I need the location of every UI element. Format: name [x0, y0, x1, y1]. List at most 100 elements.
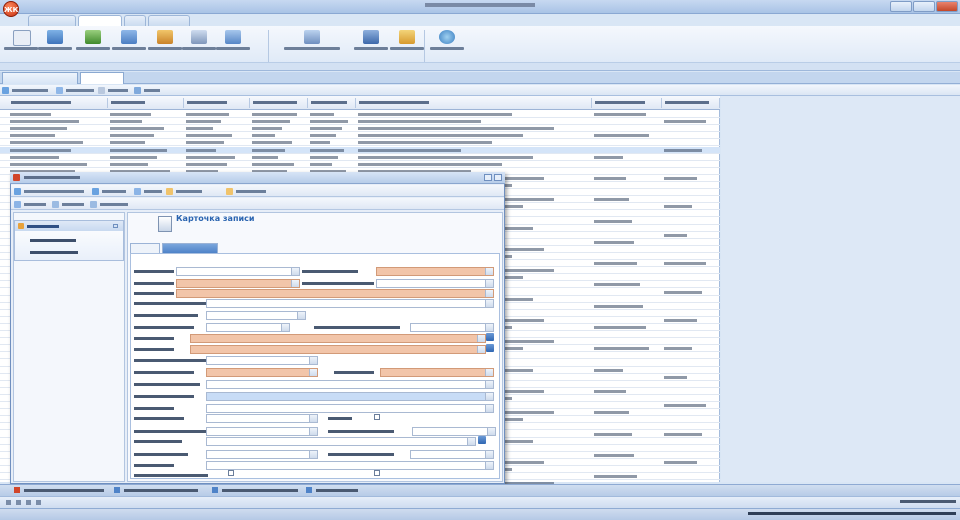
chevron-down-icon[interactable] — [487, 428, 495, 435]
form-field[interactable] — [412, 427, 496, 436]
ribbon-button-7[interactable] — [214, 28, 252, 62]
chevron-down-icon[interactable] — [467, 438, 475, 445]
form-field[interactable] — [206, 356, 318, 365]
record-toolbar-button-5[interactable] — [226, 187, 270, 196]
chevron-down-icon[interactable] — [485, 381, 493, 388]
chevron-down-icon[interactable] — [309, 451, 317, 458]
form-field[interactable] — [206, 450, 318, 459]
chevron-down-icon[interactable] — [309, 428, 317, 435]
chevron-down-icon[interactable] — [485, 290, 493, 297]
toolbar-button-4[interactable] — [134, 86, 162, 95]
column-header-7[interactable] — [592, 98, 662, 108]
ribbon-button-settings[interactable] — [428, 28, 466, 62]
record-toolbar2-button-1[interactable] — [14, 200, 48, 209]
form-field[interactable] — [380, 368, 494, 377]
form-field[interactable] — [376, 279, 494, 288]
minimize-button[interactable] — [890, 1, 912, 12]
toolbar-button-1[interactable] — [2, 86, 52, 95]
lookup-button[interactable] — [478, 436, 486, 444]
form-field[interactable] — [206, 414, 318, 423]
chevron-down-icon[interactable] — [485, 300, 493, 307]
document-tab-1[interactable] — [2, 72, 78, 84]
navigation-item-1[interactable] — [30, 239, 76, 242]
chevron-down-icon[interactable] — [281, 324, 289, 331]
taskbar-item-1[interactable] — [14, 485, 110, 495]
ribbon-button-2[interactable] — [36, 28, 74, 62]
form-field[interactable] — [176, 279, 300, 288]
chevron-down-icon[interactable] — [309, 415, 317, 422]
table-row[interactable] — [0, 139, 720, 147]
ribbon-tab-3[interactable] — [124, 15, 146, 26]
form-field[interactable] — [206, 323, 290, 332]
maximize-button[interactable] — [913, 1, 935, 12]
column-header-2[interactable] — [108, 98, 184, 108]
toolbar-button-2[interactable] — [56, 86, 96, 95]
app-logo[interactable]: ЖК — [3, 1, 19, 17]
column-header-8[interactable] — [662, 98, 720, 108]
record-toolbar-button-3[interactable] — [134, 187, 164, 196]
chevron-down-icon[interactable] — [485, 369, 493, 376]
form-field[interactable] — [190, 334, 486, 343]
record-toolbar-button-2[interactable] — [92, 187, 130, 196]
column-header-5[interactable] — [308, 98, 356, 108]
form-tab-2[interactable] — [162, 243, 218, 253]
chevron-down-icon[interactable] — [485, 405, 493, 412]
form-field[interactable] — [410, 323, 494, 332]
taskbar-item-4[interactable] — [306, 485, 362, 495]
ribbon-button-4[interactable] — [110, 28, 148, 62]
maximize-button[interactable] — [484, 174, 492, 181]
form-field[interactable] — [206, 404, 494, 413]
ribbon-button-6[interactable] — [180, 28, 218, 62]
lookup-button[interactable] — [486, 333, 494, 341]
chevron-down-icon[interactable] — [485, 280, 493, 287]
toolbar-button-3[interactable] — [98, 86, 130, 95]
chevron-down-icon[interactable] — [297, 312, 305, 319]
record-toolbar2-button-3[interactable] — [90, 200, 130, 209]
checkbox[interactable] — [374, 414, 380, 420]
record-toolbar-button-1[interactable] — [14, 187, 88, 196]
form-field[interactable] — [376, 267, 494, 276]
ribbon-tab-2[interactable] — [78, 15, 122, 26]
close-button[interactable] — [494, 174, 502, 181]
record-toolbar2-button-2[interactable] — [52, 200, 86, 209]
column-header-3[interactable] — [184, 98, 250, 108]
checkbox[interactable] — [228, 470, 234, 476]
ribbon-button-9[interactable] — [352, 28, 390, 62]
form-field[interactable] — [176, 267, 300, 276]
form-field[interactable] — [206, 392, 494, 401]
chevron-down-icon[interactable] — [485, 268, 493, 275]
form-field[interactable] — [410, 450, 494, 459]
ribbon-tab-4[interactable] — [148, 15, 190, 26]
taskbar-item-3[interactable] — [212, 485, 302, 495]
record-toolbar-button-4[interactable] — [166, 187, 206, 196]
chevron-down-icon[interactable] — [477, 346, 485, 353]
chevron-down-icon[interactable] — [485, 393, 493, 400]
chevron-down-icon[interactable] — [485, 451, 493, 458]
form-field[interactable] — [206, 427, 318, 436]
navigator-buttons[interactable] — [6, 498, 46, 506]
table-row[interactable] — [0, 161, 720, 168]
chevron-down-icon[interactable] — [291, 268, 299, 275]
form-field[interactable] — [206, 299, 494, 308]
form-field[interactable] — [206, 461, 494, 470]
form-field[interactable] — [190, 345, 486, 354]
document-tab-2[interactable] — [80, 72, 124, 84]
lookup-button[interactable] — [486, 344, 494, 352]
form-tab-1[interactable] — [130, 243, 160, 253]
form-field[interactable] — [206, 380, 494, 389]
navigation-group-header[interactable] — [15, 221, 123, 231]
ribbon-button-3[interactable] — [74, 28, 112, 62]
table-row[interactable] — [0, 154, 720, 161]
table-row[interactable] — [0, 111, 720, 118]
table-row[interactable] — [0, 146, 720, 154]
navigation-item-2[interactable] — [30, 251, 78, 254]
column-header-4[interactable] — [250, 98, 308, 108]
ribbon-button-5[interactable] — [146, 28, 184, 62]
table-row[interactable] — [0, 132, 720, 140]
close-button[interactable] — [936, 1, 958, 12]
ribbon-button-1[interactable] — [2, 28, 40, 62]
chevron-down-icon[interactable] — [485, 462, 493, 469]
chevron-down-icon[interactable] — [291, 280, 299, 287]
column-header-6[interactable] — [356, 98, 592, 108]
taskbar-item-2[interactable] — [114, 485, 204, 495]
